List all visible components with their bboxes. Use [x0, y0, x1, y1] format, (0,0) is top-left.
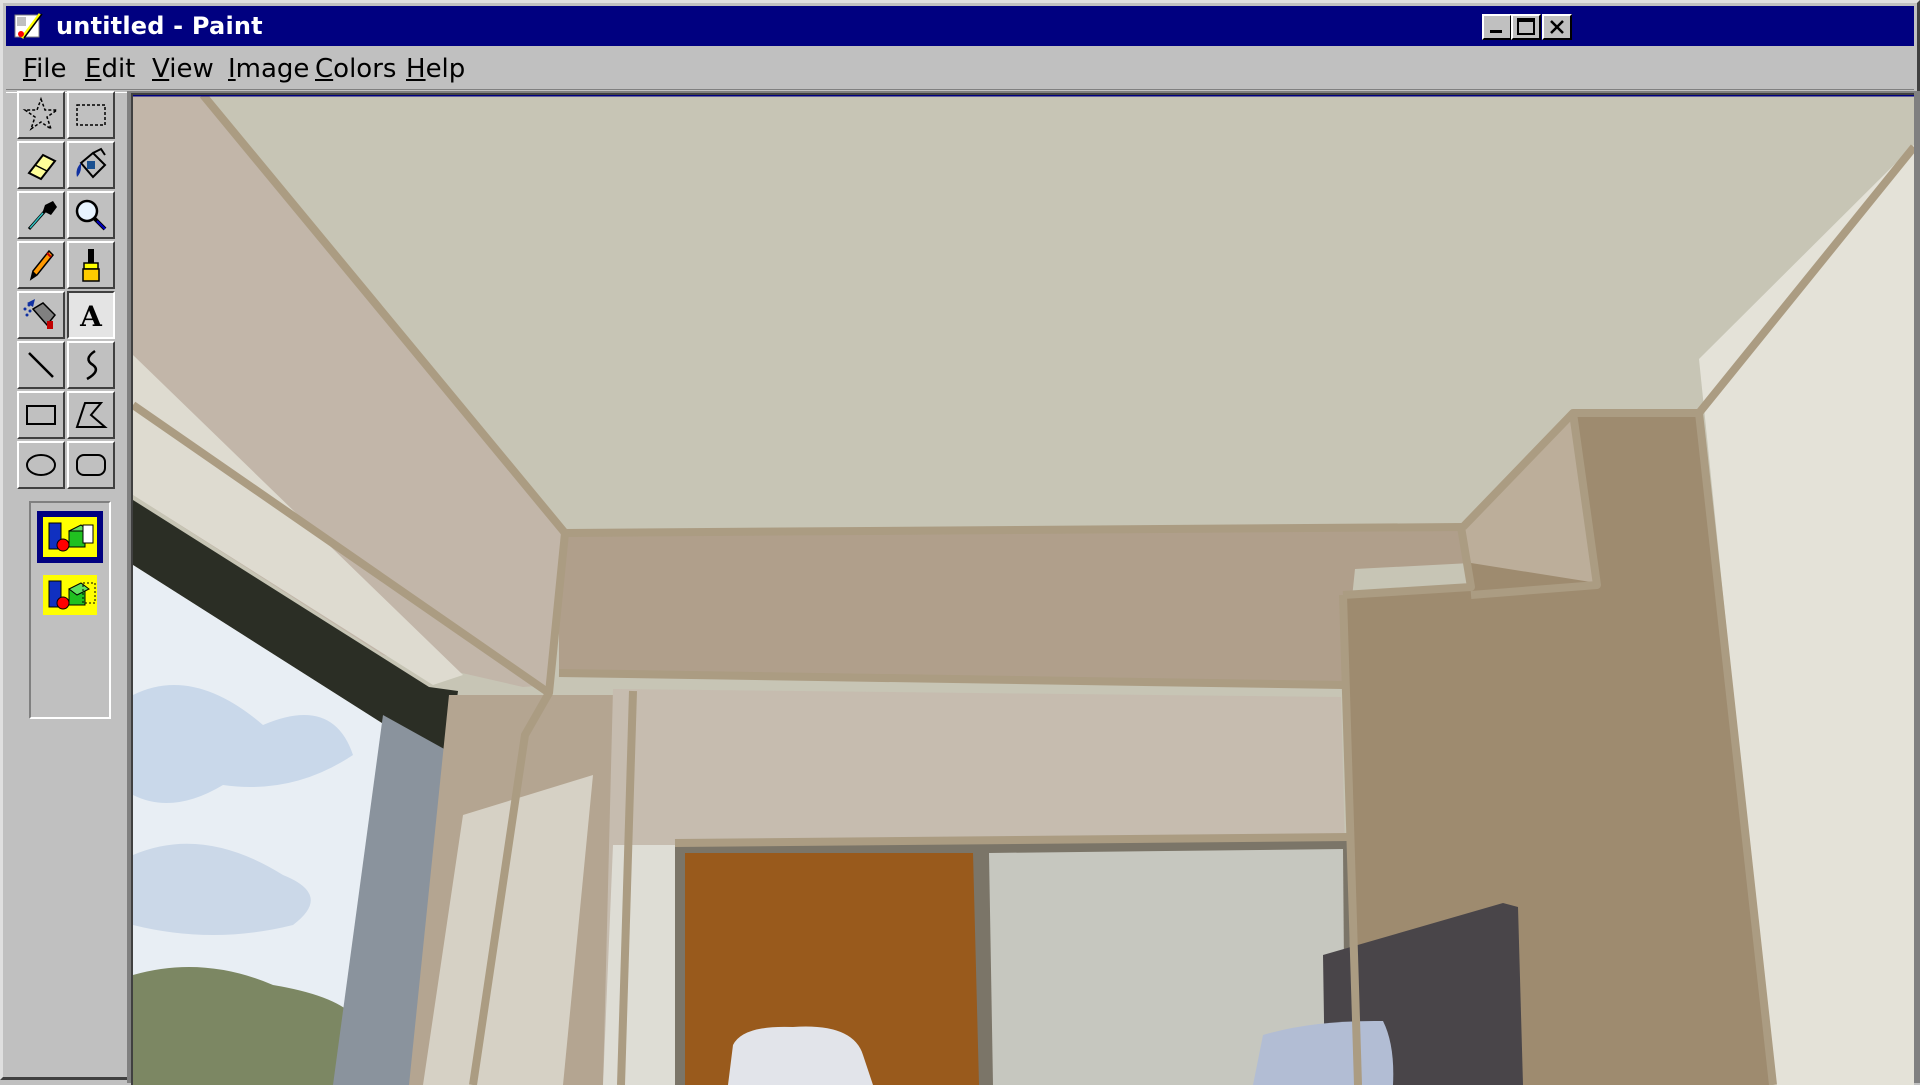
polygon-icon [75, 402, 108, 428]
paint-app-icon[interactable] [14, 12, 44, 40]
svg-text:A: A [79, 300, 103, 333]
tool-select[interactable] [67, 91, 115, 139]
tool-free-form-select[interactable] [17, 91, 65, 139]
tool-line[interactable] [17, 341, 65, 389]
tool-pencil[interactable] [17, 241, 65, 289]
tool-options-box [29, 501, 111, 719]
curve-icon [86, 349, 98, 381]
maximize-button[interactable] [1511, 14, 1541, 40]
drawing-canvas[interactable] [131, 93, 1914, 1085]
rectangle-icon [26, 405, 56, 425]
magnifier-icon [75, 199, 107, 231]
star-select-icon [22, 96, 60, 131]
toolbox: A [17, 91, 121, 1083]
tool-rectangle[interactable] [17, 391, 65, 439]
close-button[interactable] [1542, 14, 1572, 40]
menu-help[interactable]: Help [403, 52, 468, 86]
tool-magnifier[interactable] [67, 191, 115, 239]
eyedropper-icon [27, 201, 57, 230]
tool-airbrush[interactable] [17, 291, 65, 339]
tool-curve[interactable] [67, 341, 115, 389]
menu-edit[interactable]: Edit [82, 52, 138, 86]
eraser-icon [27, 153, 57, 181]
tool-pick-color[interactable] [17, 191, 65, 239]
title-bar[interactable]: untitled - Paint [6, 6, 1914, 46]
menu-colors[interactable]: Colors [312, 52, 399, 86]
window-title: untitled - Paint [56, 12, 263, 40]
option-opaque-background[interactable] [37, 511, 103, 563]
menu-view[interactable]: View [149, 52, 217, 86]
tool-fill-with-color[interactable] [67, 141, 115, 189]
rect-select-icon [76, 104, 106, 126]
opaque-background-icon [43, 517, 97, 557]
brush-icon [82, 249, 100, 282]
maximize-icon [1517, 18, 1535, 35]
close-icon [1550, 20, 1564, 34]
tool-eraser[interactable] [17, 141, 65, 189]
tool-brush[interactable] [67, 241, 115, 289]
rounded-rectangle-icon [76, 454, 106, 476]
menu-image[interactable]: Image [225, 52, 312, 86]
menu-bar: File Edit View Image Colors Help [6, 48, 1914, 88]
tool-rounded-rectangle[interactable] [67, 441, 115, 489]
tool-polygon[interactable] [67, 391, 115, 439]
tool-ellipse[interactable] [17, 441, 65, 489]
paint-bucket-icon [76, 147, 107, 179]
option-transparent-background[interactable] [37, 569, 103, 621]
tool-text[interactable]: A [67, 291, 115, 339]
minimize-icon [1490, 30, 1502, 33]
pencil-icon [29, 249, 55, 281]
airbrush-icon [23, 299, 57, 329]
menu-file[interactable]: File [20, 52, 70, 86]
paint-window: untitled - Paint File Edit View Image Co… [0, 0, 1920, 1085]
line-icon [28, 352, 54, 378]
text-icon: A [79, 300, 103, 333]
ellipse-icon [26, 454, 56, 476]
minimize-button[interactable] [1482, 14, 1512, 40]
transparent-background-icon [43, 575, 97, 615]
room-painting [133, 95, 1914, 1085]
